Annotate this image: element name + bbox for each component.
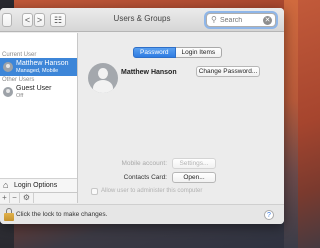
login-options-item[interactable]: ⌂ Login Options [0, 178, 77, 192]
tab-password[interactable]: Password [133, 47, 176, 58]
preferences-window: < > ☷ Users & Groups ⚲ ✕ Current User Ma… [0, 8, 284, 224]
tab-login-items[interactable]: Login Items [175, 47, 223, 58]
clear-search-icon[interactable]: ✕ [263, 16, 272, 25]
user-detail-pane: Password Login Items Matthew Hanson Chan… [79, 33, 284, 203]
avatar-head-shape [98, 68, 108, 79]
login-options-label: Login Options [14, 182, 58, 189]
sidebar-toolbar: + − ⚙ [0, 192, 77, 203]
action-gear-icon[interactable]: ⚙ [20, 193, 34, 203]
avatar-body-shape [93, 80, 113, 93]
sidebar-user-current[interactable]: Matthew Hanson Managed, Mobile [0, 58, 77, 76]
search-field[interactable]: ⚲ ✕ [206, 13, 276, 27]
user-name: Matthew Hanson [16, 60, 69, 67]
user-subtitle: Off [16, 93, 24, 99]
tab-bar: Password Login Items [133, 47, 223, 58]
guest-avatar-icon [3, 87, 13, 97]
lock-body-shape [4, 213, 14, 221]
add-user-button[interactable]: + [0, 193, 10, 203]
lock-icon[interactable] [4, 208, 14, 221]
search-input[interactable] [220, 15, 264, 25]
forward-button[interactable]: > [34, 13, 45, 27]
back-button[interactable]: < [22, 13, 33, 27]
show-all-grid-icon[interactable]: ☷ [50, 13, 66, 27]
account-name: Matthew Hanson [121, 69, 177, 76]
help-button[interactable]: ? [264, 210, 274, 220]
change-password-button[interactable]: Change Password... [196, 66, 260, 77]
settings-button[interactable]: Settings... [172, 158, 216, 169]
account-avatar[interactable] [88, 63, 118, 93]
window-control-icon[interactable] [2, 13, 12, 27]
sidebar-user-guest[interactable]: Guest User Off [0, 83, 77, 101]
lock-instruction-text: Click the lock to make changes. [16, 211, 108, 218]
user-subtitle: Managed, Mobile [16, 68, 59, 74]
user-avatar-icon [3, 62, 13, 72]
window-title: Users & Groups [113, 14, 171, 23]
house-icon: ⌂ [3, 180, 9, 190]
users-sidebar: Current User Matthew Hanson Managed, Mob… [0, 33, 78, 203]
user-name: Guest User [16, 85, 52, 92]
contacts-card-label: Contacts Card: [123, 174, 167, 181]
mobile-account-label: Mobile account: [121, 160, 167, 167]
allow-admin-checkbox[interactable] [91, 188, 98, 195]
allow-admin-label: Allow user to administer this computer [101, 188, 203, 194]
open-contacts-button[interactable]: Open... [172, 172, 216, 183]
desktop-background-right [284, 0, 298, 248]
title-bar[interactable]: < > ☷ Users & Groups ⚲ ✕ [0, 8, 284, 32]
search-icon: ⚲ [211, 15, 217, 24]
bottom-bar: Click the lock to make changes. ? [0, 204, 284, 224]
remove-user-button[interactable]: − [10, 193, 20, 203]
